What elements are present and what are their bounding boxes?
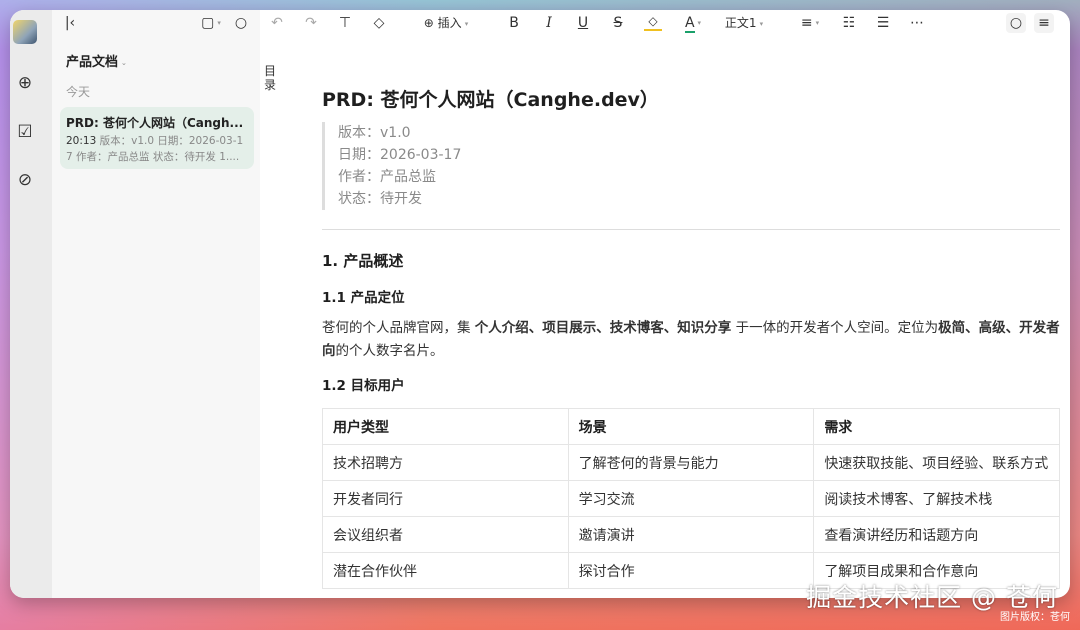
heading-overview: 1. 产品概述 — [322, 250, 403, 271]
eraser-icon[interactable]: ◇ — [370, 13, 388, 33]
table-cell[interactable]: 探讨合作 — [568, 553, 814, 589]
new-doc-icon[interactable]: ▢▾ — [196, 13, 226, 33]
font-color-button[interactable]: A▾ — [678, 13, 708, 33]
column-header: 需求 — [814, 409, 1060, 445]
toc-toggle[interactable]: 目录 — [264, 64, 278, 92]
highlight-icon[interactable]: ◇ — [644, 13, 662, 31]
underline-button[interactable]: U — [574, 13, 592, 33]
doc-list-item[interactable]: PRD: 苍何个人网站（Cangh... 20:13 版本：v1.0 日期：20… — [60, 107, 254, 169]
table-cell[interactable]: 技术招聘方 — [323, 445, 569, 481]
meta-status: 状态：待开发 — [338, 188, 461, 210]
heading-positioning: 1.1 产品定位 — [322, 286, 405, 306]
plus-circle-icon: ⊕ — [424, 16, 434, 30]
target-users-table: 用户类型场景需求 技术招聘方了解苍何的背景与能力快速获取技能、项目经验、联系方式… — [322, 408, 1060, 589]
font-color-icon: A — [685, 15, 695, 33]
sidebar: |‹ ▢▾ ○ 产品文档⌄ 今天 PRD: 苍何个人网站（Cangh... 20… — [52, 10, 260, 598]
bold-button[interactable]: B — [505, 13, 523, 33]
strikethrough-button[interactable]: S — [609, 13, 627, 33]
undo-icon[interactable]: ↶ — [268, 13, 286, 33]
lightbulb-icon[interactable]: ⊕ — [15, 73, 35, 93]
table-cell[interactable]: 开发者同行 — [323, 481, 569, 517]
doc-title[interactable]: PRD: 苍何个人网站（Canghe.dev） — [322, 85, 659, 112]
table-row: 会议组织者邀请演讲查看演讲经历和话题方向 — [323, 517, 1060, 553]
table-cell[interactable]: 了解苍何的背景与能力 — [568, 445, 814, 481]
paragraph-positioning: 苍何的个人品牌官网，集 个人介绍、项目展示、技术博客、知识分享 于一体的开发者个… — [322, 317, 1064, 363]
divider — [322, 229, 1060, 230]
folder-label: 产品文档 — [66, 55, 118, 70]
table-cell[interactable]: 快速获取技能、项目经验、联系方式 — [814, 445, 1060, 481]
meta-date: 日期：2026-03-17 — [338, 144, 461, 166]
chart-icon[interactable]: ☑ — [15, 122, 35, 142]
folder-title[interactable]: 产品文档⌄ — [66, 51, 127, 70]
table-cell[interactable]: 会议组织者 — [323, 517, 569, 553]
compass-icon[interactable]: ⊘ — [15, 170, 35, 190]
align-button[interactable]: ≡▾ — [796, 13, 824, 33]
paragraph-style-select[interactable]: 正文1▾ — [720, 13, 768, 33]
meta-version: 版本：v1.0 — [338, 122, 461, 144]
table-cell[interactable]: 学习交流 — [568, 481, 814, 517]
collapse-sidebar-icon[interactable]: |‹ — [62, 13, 78, 33]
doc-item-preview: 版本：v1.0 日期：2026-03-1 — [100, 135, 244, 147]
bullet-list-icon[interactable]: ☰ — [874, 13, 892, 33]
chevron-down-icon: ⌄ — [121, 59, 127, 67]
paragraph-style-label: 正文1 — [725, 16, 757, 30]
group-label: 今天 — [66, 83, 90, 100]
doc-item-preview-2: 7 作者：产品总监 状态：待开发 1.... — [66, 149, 239, 164]
doc-meta-quote: 版本：v1.0 日期：2026-03-17 作者：产品总监 状态：待开发 — [322, 122, 461, 210]
italic-button[interactable]: I — [540, 13, 558, 33]
outline-menu-icon[interactable]: ≡ — [1034, 13, 1054, 33]
doc-item-time: 20:13 — [66, 135, 96, 147]
table-header-row: 用户类型场景需求 — [323, 409, 1060, 445]
icon-rail: ⊕ ☑ ⊘ — [10, 10, 52, 598]
text: 苍何的个人品牌官网，集 — [322, 320, 475, 336]
bold-text: 个人介绍、项目展示、技术博客、知识分享 — [475, 320, 732, 336]
text: 于一体的开发者个人空间。定位为 — [731, 320, 938, 336]
comment-icon[interactable]: ○ — [1006, 13, 1026, 33]
watermark-copyright: 图片版权：苍何 — [1000, 608, 1070, 623]
column-header: 用户类型 — [323, 409, 569, 445]
doc-item-title: PRD: 苍何个人网站（Cangh... — [66, 114, 243, 131]
avatar[interactable] — [13, 20, 37, 44]
table-row: 技术招聘方了解苍何的背景与能力快速获取技能、项目经验、联系方式 — [323, 445, 1060, 481]
table-cell[interactable]: 阅读技术博客、了解技术栈 — [814, 481, 1060, 517]
insert-label: 插入 — [438, 16, 462, 30]
text: 的个人数字名片。 — [336, 343, 444, 359]
meta-author: 作者：产品总监 — [338, 166, 461, 188]
table-cell[interactable]: 查看演讲经历和话题方向 — [814, 517, 1060, 553]
app-window: ⊕ ☑ ⊘ |‹ ▢▾ ○ 产品文档⌄ 今天 PRD: 苍何个人网站（Cangh… — [10, 10, 1070, 598]
more-icon[interactable]: ⋯ — [908, 13, 926, 33]
redo-icon[interactable]: ↷ — [302, 13, 320, 33]
table-row: 开发者同行学习交流阅读技术博客、了解技术栈 — [323, 481, 1060, 517]
heading-target-users: 1.2 目标用户 — [322, 374, 405, 394]
format-painter-icon[interactable]: ⊤ — [336, 13, 354, 33]
search-icon[interactable]: ○ — [232, 13, 250, 33]
table-cell[interactable]: 邀请演讲 — [568, 517, 814, 553]
column-header: 场景 — [568, 409, 814, 445]
insert-button[interactable]: ⊕ 插入▾ — [416, 13, 476, 33]
table-cell[interactable]: 潜在合作伙伴 — [323, 553, 569, 589]
checklist-icon[interactable]: ☷ — [840, 13, 858, 33]
